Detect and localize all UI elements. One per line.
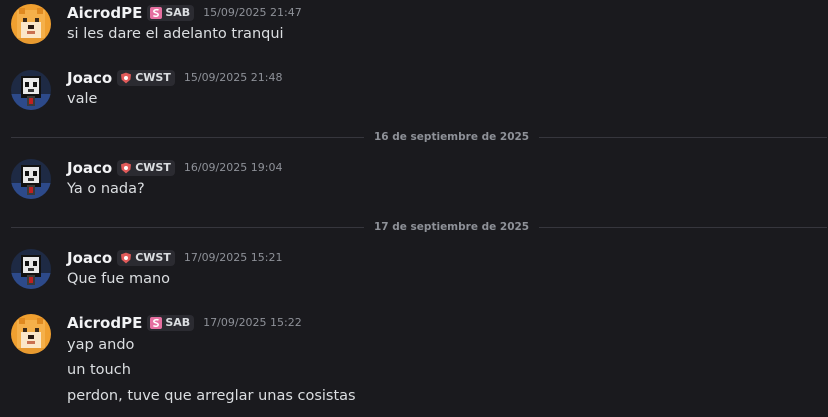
timestamp: 15/09/2025 21:48 [183, 71, 283, 84]
message-header: Joaco CWST 15/09/2025 21:48 [67, 68, 282, 88]
user-tag[interactable]: SAB [147, 315, 195, 331]
s-logo-icon [150, 317, 162, 329]
tag-label: SAB [165, 6, 191, 19]
timestamp: 17/09/2025 15:21 [183, 251, 283, 264]
pixel-creature-avatar-icon [11, 249, 51, 289]
tag-label: CWST [135, 161, 171, 174]
username[interactable]: Joaco [67, 68, 112, 88]
shield-icon [120, 252, 132, 264]
user-tag[interactable]: CWST [117, 160, 175, 176]
message-text: perdon, tuve que arreglar unas cosistas [67, 388, 356, 404]
pixel-creature-avatar-icon [11, 70, 51, 110]
avatar[interactable] [11, 159, 51, 199]
s-logo-icon [150, 7, 162, 19]
username[interactable]: Joaco [67, 158, 112, 178]
message-text: si les dare el adelanto tranqui [67, 26, 284, 42]
avatar[interactable] [11, 249, 51, 289]
username[interactable]: AicrodPE [67, 3, 142, 23]
username[interactable]: AicrodPE [67, 313, 142, 333]
message-text: Que fue mano [67, 271, 171, 287]
date-divider-label: 16 de septiembre de 2025 [364, 130, 540, 144]
user-tag[interactable]: SAB [147, 5, 195, 21]
tag-label: CWST [135, 71, 171, 84]
message-text: un touch [67, 362, 131, 378]
message-header: AicrodPE SAB 15/09/2025 21:47 [67, 3, 302, 23]
tag-label: CWST [135, 251, 171, 264]
shield-icon [120, 72, 132, 84]
shiba-dog-avatar-icon [11, 4, 51, 44]
timestamp: 17/09/2025 15:22 [203, 316, 302, 329]
message-header: Joaco CWST 17/09/2025 15:21 [67, 248, 282, 268]
tag-label: SAB [165, 316, 191, 329]
avatar[interactable] [11, 314, 51, 354]
user-tag[interactable]: CWST [117, 250, 175, 266]
avatar[interactable] [11, 4, 51, 44]
message-header: AicrodPE SAB 17/09/2025 15:22 [67, 313, 302, 333]
shiba-dog-avatar-icon [11, 314, 51, 354]
timestamp: 15/09/2025 21:47 [203, 6, 302, 19]
user-tag[interactable]: CWST [117, 70, 175, 86]
message-text: Ya o nada? [67, 181, 145, 197]
timestamp: 16/09/2025 19:04 [183, 161, 283, 174]
shield-icon [120, 162, 132, 174]
date-divider-label: 17 de septiembre de 2025 [364, 220, 540, 234]
chat-log: AicrodPE SAB 15/09/2025 21:47 si les dar… [0, 0, 828, 417]
message-header: Joaco CWST 16/09/2025 19:04 [67, 158, 282, 178]
username[interactable]: Joaco [67, 248, 112, 268]
pixel-creature-avatar-icon [11, 159, 51, 199]
avatar[interactable] [11, 70, 51, 110]
message-text: vale [67, 91, 98, 107]
message-text: yap ando [67, 337, 135, 353]
